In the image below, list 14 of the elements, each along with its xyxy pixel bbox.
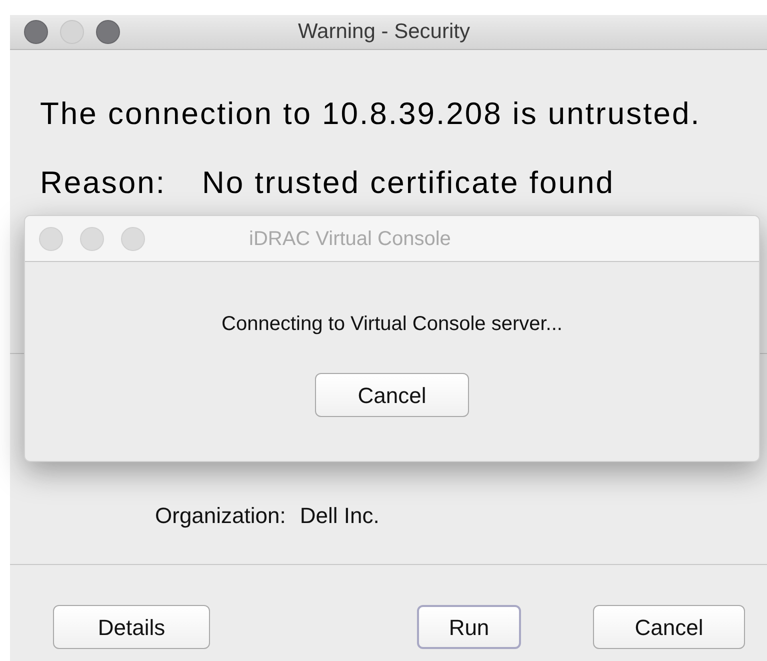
window-control-icon[interactable] [24, 20, 48, 44]
cancel-button[interactable]: Cancel [315, 373, 469, 417]
window-control-icon[interactable] [96, 20, 120, 44]
field-label: Organization: [155, 502, 286, 530]
reason-text: No trusted certificate found [202, 165, 614, 201]
reason-label: Reason: [40, 165, 166, 201]
status-message: Connecting to Virtual Console server... [220, 312, 564, 337]
details-button[interactable]: Details [53, 605, 210, 649]
cancel-button[interactable]: Cancel [593, 605, 745, 649]
window-title: Warning - Security [298, 19, 470, 46]
warning-message: The connection to 10.8.39.208 is untrusted. [40, 96, 702, 132]
run-button[interactable]: Run [417, 605, 521, 649]
field-value: Dell Inc. [300, 502, 380, 530]
window-title: iDRAC Virtual Console [249, 226, 451, 252]
